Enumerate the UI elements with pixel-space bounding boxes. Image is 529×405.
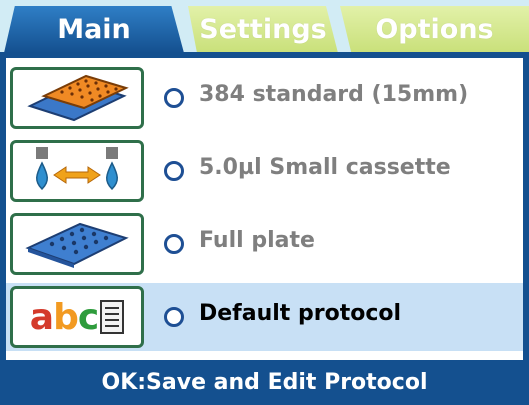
cassette-dispense-icon-button[interactable] — [10, 140, 144, 202]
footer-action-bar[interactable]: OK:Save and Edit Protocol — [0, 360, 529, 405]
abc-protocol-icon: abc — [29, 296, 99, 338]
option-label-small-cassette: 5.0µl Small cassette — [199, 155, 451, 180]
tab-settings[interactable]: Settings — [188, 6, 338, 53]
abc-protocol-icon-button[interactable]: abc — [10, 286, 144, 348]
radio-384-standard[interactable] — [164, 88, 184, 108]
option-label-full-plate: Full plate — [199, 228, 315, 253]
plate-384-icon — [27, 74, 129, 122]
full-plate-icon — [25, 222, 129, 268]
abc-letter-b: b — [53, 296, 79, 338]
option-row-small-cassette[interactable]: 5.0µl Small cassette — [6, 137, 523, 205]
full-plate-icon-button[interactable] — [10, 213, 144, 275]
content-frame: 384 standard (15mm) 5.0µl Small cassette — [0, 58, 529, 360]
cassette-dispense-icon — [36, 147, 118, 191]
protocol-screen: Main Settings Options 384 standard (15mm… — [0, 0, 529, 405]
tab-options[interactable]: Options — [340, 6, 529, 53]
plate-384-icon-button[interactable] — [10, 67, 144, 129]
abc-letter-a: a — [29, 296, 54, 338]
tab-options-label: Options — [375, 14, 494, 45]
tab-settings-label: Settings — [199, 14, 327, 45]
radio-default-protocol[interactable] — [164, 307, 184, 327]
radio-full-plate[interactable] — [164, 234, 184, 254]
option-label-default-protocol: Default protocol — [199, 301, 402, 326]
abc-letter-c: c — [77, 296, 99, 338]
tab-main[interactable]: Main — [4, 6, 184, 53]
tab-main-label: Main — [57, 14, 131, 45]
tab-bar: Main Settings Options — [0, 0, 529, 59]
option-row-full-plate[interactable]: Full plate — [6, 210, 523, 278]
option-row-384-standard[interactable]: 384 standard (15mm) — [6, 64, 523, 132]
radio-small-cassette[interactable] — [164, 161, 184, 181]
option-list: 384 standard (15mm) 5.0µl Small cassette — [6, 58, 523, 360]
footer-action-label: OK:Save and Edit Protocol — [101, 370, 428, 395]
option-row-default-protocol[interactable]: abc Default protocol — [6, 283, 523, 351]
document-list-icon — [100, 300, 125, 334]
option-label-384-standard: 384 standard (15mm) — [199, 82, 469, 107]
